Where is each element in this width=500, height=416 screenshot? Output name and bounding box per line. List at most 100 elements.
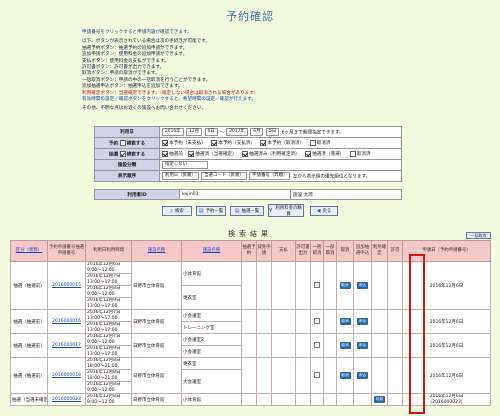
lottery-search-checkbox[interactable] [119,150,126,157]
col-applied: 申請日（予約申請番号） [402,240,491,262]
cancel-button[interactable]: 取消 [339,342,351,349]
add-lottery-button[interactable]: 申込 [357,282,368,289]
cancel-button[interactable]: 取消 [339,282,351,289]
col-approval: 許可 [387,240,403,262]
room-name: 大会議室 [181,369,242,394]
lottery-options: 抽選前 抽選済（当選確定） 抽選済み（利用確定済） 抽選済（落選） 取消済 [159,148,402,160]
sort-note: 左から表示順の優先順位となります。 [292,174,371,180]
result-title: 検索結果 [228,230,272,238]
user-id-value: kojin01 [179,189,291,200]
use-time: 13:00～17:00 [87,351,118,357]
from-day-select[interactable]: 6日 [204,128,218,136]
use-time: 13:00～17:00 [87,279,118,285]
facility-select[interactable]: 指定しない [162,161,208,169]
lottery-opt-checkbox[interactable] [188,150,195,157]
list-icon: ▤ [198,208,204,214]
use-time: 9:00～12:00 [87,339,115,345]
reserve-options: 本予約（未支払） 本予約（支払済） 本予約（取消済） 取消済 [159,137,402,149]
lottery-label: 抽選 [108,152,119,158]
table-row: 抽選（抽選前） 2016000018 2016年12月8日 18:00～21:00… [10,357,491,394]
user-id-label: 利用者ID [94,189,180,200]
room-name: 小会議室 [181,309,242,322]
reserve-opt-label: 本予約（未支払） [169,141,206,147]
lottery-opt-label: 抽選前 [169,152,183,158]
sort2-select[interactable]: 当選コード（昇順） [201,172,247,180]
application-number-link[interactable]: 2016000016 [52,319,81,324]
applied-date: 2016年12月6日 [402,261,491,310]
reserve-opt-checkbox[interactable] [211,139,218,146]
fee-settle-label: 利用料金の精算 [275,205,302,217]
to-year-select[interactable]: 2017年 [226,128,248,136]
add-lottery-button[interactable]: 申込 [357,318,368,325]
lottery-opt-checkbox[interactable] [349,150,356,157]
reserve-opt-checkbox[interactable] [162,139,168,146]
add-lottery-button[interactable]: 申込 [357,372,368,379]
range-tilde: ～ [220,130,225,136]
reserve-search-checkbox[interactable] [119,139,126,146]
from-month-select[interactable]: 12月 [186,128,203,136]
application-number-link[interactable]: 2016000017 [52,343,81,348]
yen-icon: ¥ [269,207,273,214]
back-label: 戻る [322,209,332,214]
reserve-opt-checkbox[interactable] [309,139,316,146]
user-name-value: 施設 太郎 [290,189,402,200]
lottery-opt-label: 抽選済み（利用確定済） [249,152,300,158]
kind-cell: 抽選（抽選前） [10,333,48,358]
reserve-label: 予約 [108,141,119,147]
col-kind[interactable]: 区分（状態） [10,240,48,262]
batch-cancel-checkbox[interactable] [314,317,320,324]
use-time: 9:00～12:00 [87,387,115,393]
facility-name: 日野市立体育館 [131,333,182,358]
facility-name: 日野市立体育館 [131,261,182,310]
from-year-select[interactable]: 2016年 [162,128,184,136]
search-button-label: 検索 [175,209,184,214]
lottery-opt-label: 抽選済（落選） [312,152,345,158]
kind-cell: 抽選（当選未確定） [10,393,48,406]
sort1-select[interactable]: 利用日（昇順） [162,172,199,180]
cancel-button[interactable]: 取消 [339,372,351,379]
room-name: 更衣室 [181,285,242,310]
lottery-search-label: 検索する [126,152,146,158]
application-number-link[interactable]: 2016000015 [52,283,81,288]
col-facility[interactable]: 施設名称 [131,240,182,262]
facility-name: 日野市立体育館 [131,393,182,406]
batch-cancel-checkbox[interactable] [314,341,320,348]
application-number-link[interactable]: 2016000023 [52,397,81,402]
lottery-label-cell: 抽選 検索する [94,148,160,160]
table-row: 抽選（当選未確定） 2016000023 2016年12月8日9:00～12:0… [10,393,491,406]
search-button[interactable]: ⌕ 検索 [162,206,192,216]
col-lottery-reserve: 抽選予約 [241,240,257,262]
back-button[interactable]: ◀ 戻る [310,206,338,216]
use-confirm-button[interactable]: 利用 [374,396,385,403]
cancel-button[interactable]: 取消 [339,318,351,325]
use-time: 9:00～12:00 [87,399,115,405]
date-label: 利用日 [94,126,160,138]
use-time: 9:00～12:00 [87,291,115,297]
reserve-list-button[interactable]: ▤ 予約一覧 [196,206,226,216]
lottery-opt-label: 抽選済（当選確定） [195,152,237,158]
batch-cancel-checkbox[interactable] [314,281,320,288]
back-arrow-icon: ◀ [316,208,321,214]
batch-cancel-button[interactable]: 一括取消 [466,232,491,239]
to-day-select[interactable]: 5日 [265,128,280,136]
room-name: 小会議室 [181,345,242,358]
reserve-opt-label: 本予約（支払済） [218,141,255,147]
reserve-opt-checkbox[interactable] [260,139,267,146]
add-lottery-button[interactable]: 申込 [357,342,368,349]
lottery-list-button[interactable]: ▤ 抽選一覧 [230,206,264,216]
application-number-link[interactable]: 2016000018 [52,373,81,378]
use-time: 18:00～21:00 [87,363,118,369]
sort3-select[interactable]: 申請番号（昇順） [249,172,291,180]
fee-settle-button[interactable]: ¥ 利用料金の精算 [268,204,304,217]
lottery-opt-checkbox[interactable] [162,150,168,157]
facility-label: 施設分類 [94,159,160,171]
use-time: 13:00～17:00 [87,303,118,309]
lottery-opt-checkbox[interactable] [242,150,249,157]
to-month-select[interactable]: 6月 [250,128,264,136]
batch-cancel-checkbox[interactable] [314,371,320,378]
col-reduction: 減免申請 [256,240,272,262]
notice-line: 有効時間の設定／確認ボタンをクリックすると、希望時間の設定／確認が行えます。 [82,97,256,103]
col-room[interactable]: 施設名称 [181,240,242,262]
date-range: 2016年 12月 6日 ～ 2017年 6月 5日 6ヶ月まで期間指定できます… [159,126,402,138]
lottery-opt-checkbox[interactable] [305,150,312,157]
